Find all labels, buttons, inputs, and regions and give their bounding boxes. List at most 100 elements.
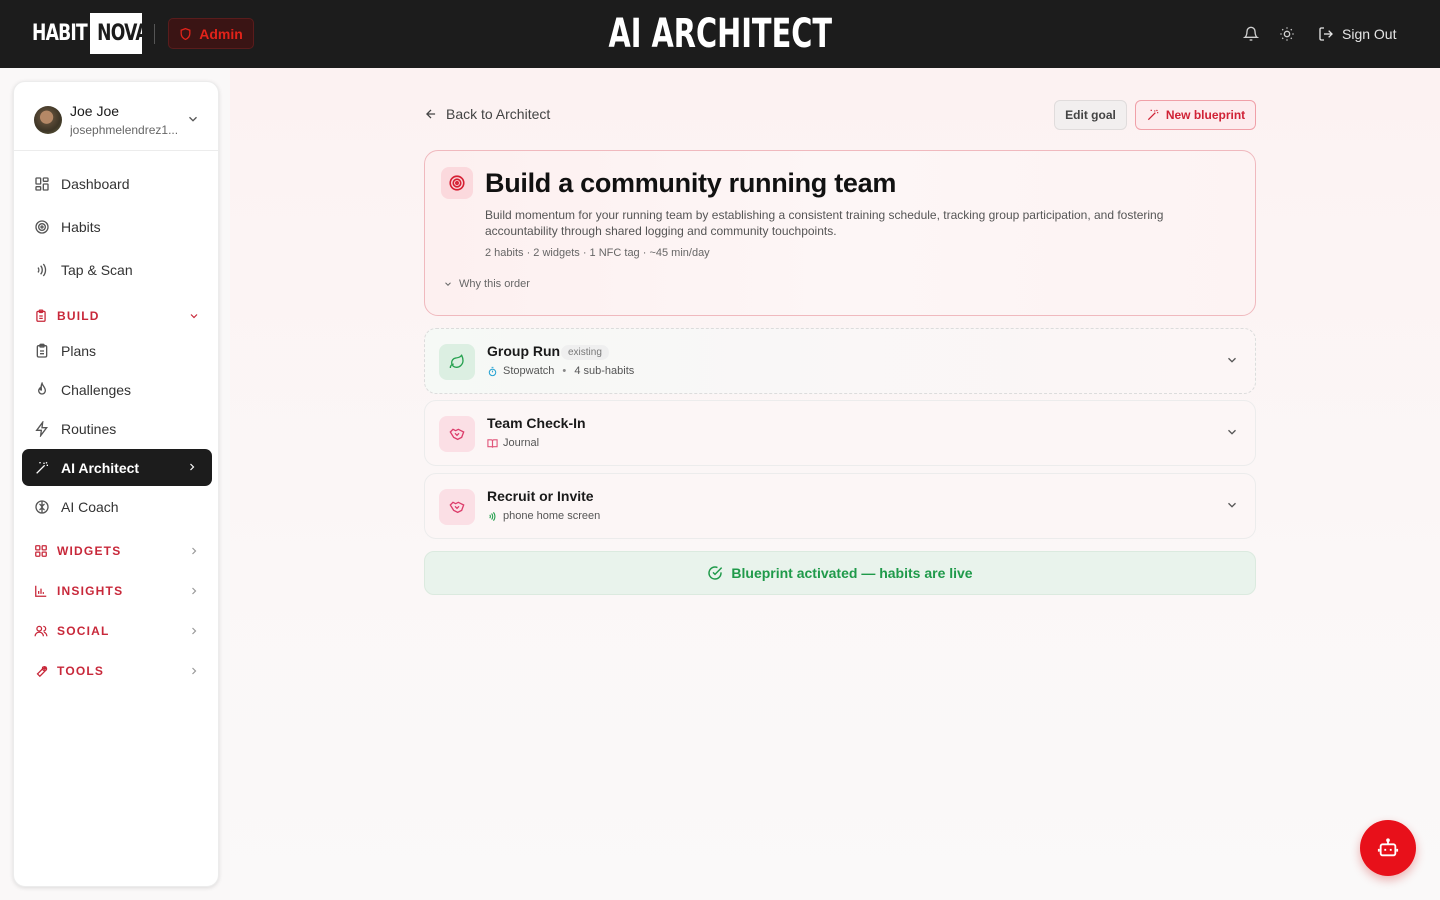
chevron-down-icon bbox=[189, 116, 197, 122]
habit-nova-logo[interactable]: HABIT NOVA bbox=[32, 13, 149, 54]
users-icon bbox=[34, 625, 48, 637]
habit-card-group-run[interactable]: Group Run existing Stopwatch • 4 sub-hab… bbox=[424, 328, 1256, 394]
sidebar-item-label: Tap & Scan bbox=[61, 261, 133, 278]
goal-meta: 2 habits · 2 widgets · 1 NFC tag · ~45 m… bbox=[485, 247, 710, 259]
sidebar-item-label: Routines bbox=[61, 420, 117, 437]
handshake-icon bbox=[439, 489, 475, 525]
chevron-right-icon bbox=[192, 547, 197, 555]
arrow-left-icon bbox=[426, 109, 436, 119]
why-label: Why this order bbox=[459, 278, 530, 290]
sidebar-item-label: AI Coach bbox=[61, 498, 119, 515]
leaf-icon bbox=[439, 344, 475, 380]
sidebar-section-insights[interactable]: INSIGHTS bbox=[22, 576, 212, 606]
habit-subhabits: 4 sub-habits bbox=[574, 365, 635, 377]
magic-wand-icon bbox=[1147, 109, 1159, 121]
chevron-down-icon[interactable] bbox=[1225, 425, 1239, 439]
sidebar-item-routines[interactable]: Routines bbox=[22, 410, 212, 447]
clipboard-icon bbox=[36, 343, 48, 358]
sidebar-section-widgets[interactable]: WIDGETS bbox=[22, 536, 212, 566]
sidebar-item-tap-scan[interactable]: Tap & Scan bbox=[22, 251, 212, 288]
sidebar-item-label: AI Architect bbox=[61, 459, 140, 476]
logo-left-text: HABIT bbox=[32, 21, 88, 46]
blueprint-activated-banner: Blueprint activated — habits are live bbox=[424, 551, 1256, 595]
habit-card-recruit-or-invite[interactable]: Recruit or Invite phone home screen bbox=[424, 473, 1256, 539]
sidebar-item-label: Dashboard bbox=[61, 175, 130, 192]
new-blueprint-label: New blueprint bbox=[1165, 108, 1246, 122]
bar-chart-icon bbox=[35, 585, 47, 597]
grid-icon bbox=[35, 545, 47, 557]
grid-icon bbox=[35, 176, 49, 191]
edit-goal-label: Edit goal bbox=[1065, 108, 1116, 122]
sidebar: Joe Joe josephmelendrez1... Dashboard Ha… bbox=[13, 81, 220, 887]
chevron-down-icon[interactable] bbox=[1225, 498, 1239, 512]
new-blueprint-button[interactable]: New blueprint bbox=[1135, 100, 1256, 130]
goal-title: Build a community running team bbox=[485, 168, 897, 198]
lightning-icon bbox=[35, 420, 48, 437]
nfc-icon bbox=[489, 511, 496, 521]
sidebar-item-dashboard[interactable]: Dashboard bbox=[22, 165, 212, 202]
sign-out-icon bbox=[1319, 27, 1333, 41]
existing-badge: existing bbox=[561, 345, 609, 360]
user-menu[interactable]: Joe Joe josephmelendrez1... bbox=[14, 82, 220, 151]
chevron-down-icon[interactable] bbox=[1225, 353, 1239, 367]
user-name: Joe Joe bbox=[70, 103, 120, 119]
sign-out-button[interactable]: Sign Out bbox=[1318, 22, 1396, 46]
nfc-icon bbox=[37, 263, 47, 276]
habit-title: Team Check-In bbox=[487, 415, 586, 431]
habit-title: Group Run bbox=[487, 343, 561, 359]
section-label: INSIGHTS bbox=[57, 584, 124, 598]
book-icon bbox=[487, 438, 498, 448]
target-icon bbox=[35, 219, 49, 234]
sidebar-section-build[interactable]: BUILD bbox=[22, 301, 212, 331]
habit-card-team-check-in[interactable]: Team Check-In Journal bbox=[424, 400, 1256, 466]
sidebar-item-habits[interactable]: Habits bbox=[22, 208, 212, 245]
back-label: Back to Architect bbox=[446, 106, 551, 122]
magic-wand-icon bbox=[36, 461, 48, 474]
sidebar-item-label: Challenges bbox=[61, 381, 132, 398]
habit-widget: phone home screen bbox=[503, 510, 601, 522]
page-title: AI ARCHITECT bbox=[608, 11, 832, 57]
sidebar-item-plans[interactable]: Plans bbox=[22, 332, 212, 369]
sidebar-item-challenges[interactable]: Challenges bbox=[22, 371, 212, 408]
chevron-right-icon bbox=[192, 627, 197, 635]
wrench-icon bbox=[36, 666, 48, 678]
clipboard-icon bbox=[36, 309, 46, 322]
chevron-right-icon bbox=[192, 587, 197, 595]
ai-assistant-button[interactable] bbox=[1360, 820, 1416, 876]
goal-card: Build a community running team Build mom… bbox=[424, 150, 1256, 316]
section-label: WIDGETS bbox=[57, 544, 122, 558]
sidebar-item-ai-coach[interactable]: AI Coach bbox=[22, 488, 212, 525]
section-label: BUILD bbox=[57, 309, 100, 323]
sidebar-item-label: Plans bbox=[61, 342, 97, 359]
sidebar-item-ai-architect[interactable]: AI Architect bbox=[22, 449, 212, 486]
edit-goal-button[interactable]: Edit goal bbox=[1054, 100, 1127, 130]
chevron-right-icon bbox=[190, 463, 195, 471]
flame-icon bbox=[37, 381, 47, 395]
chevron-down-icon bbox=[190, 314, 198, 319]
admin-badge[interactable]: Admin bbox=[168, 18, 254, 49]
habit-widget: Stopwatch bbox=[503, 365, 555, 377]
back-to-architect-link[interactable]: Back to Architect bbox=[424, 104, 550, 124]
chevron-down-icon bbox=[445, 282, 451, 286]
section-label: SOCIAL bbox=[57, 624, 110, 638]
avatar bbox=[34, 106, 62, 134]
logo-right-text: NOVA bbox=[90, 13, 149, 54]
bell-icon[interactable] bbox=[1241, 24, 1261, 44]
header-divider bbox=[154, 24, 155, 44]
activated-label: Blueprint activated — habits are live bbox=[731, 565, 973, 581]
habit-title: Recruit or Invite bbox=[487, 488, 594, 504]
sign-out-label: Sign Out bbox=[1342, 26, 1397, 42]
check-circle-icon bbox=[708, 566, 723, 580]
section-label: TOOLS bbox=[57, 664, 105, 678]
handshake-icon bbox=[439, 416, 475, 452]
habit-subtitle: Journal bbox=[487, 437, 539, 449]
stopwatch-icon bbox=[488, 366, 497, 376]
sidebar-section-tools[interactable]: TOOLS bbox=[22, 656, 212, 686]
sidebar-section-social[interactable]: SOCIAL bbox=[22, 616, 212, 646]
why-this-order-toggle[interactable]: Why this order bbox=[443, 278, 530, 290]
sun-icon[interactable] bbox=[1277, 24, 1297, 44]
habit-subtitle: phone home screen bbox=[487, 510, 600, 522]
chevron-right-icon bbox=[192, 667, 197, 675]
admin-label: Admin bbox=[199, 25, 243, 42]
brain-icon bbox=[35, 499, 49, 514]
